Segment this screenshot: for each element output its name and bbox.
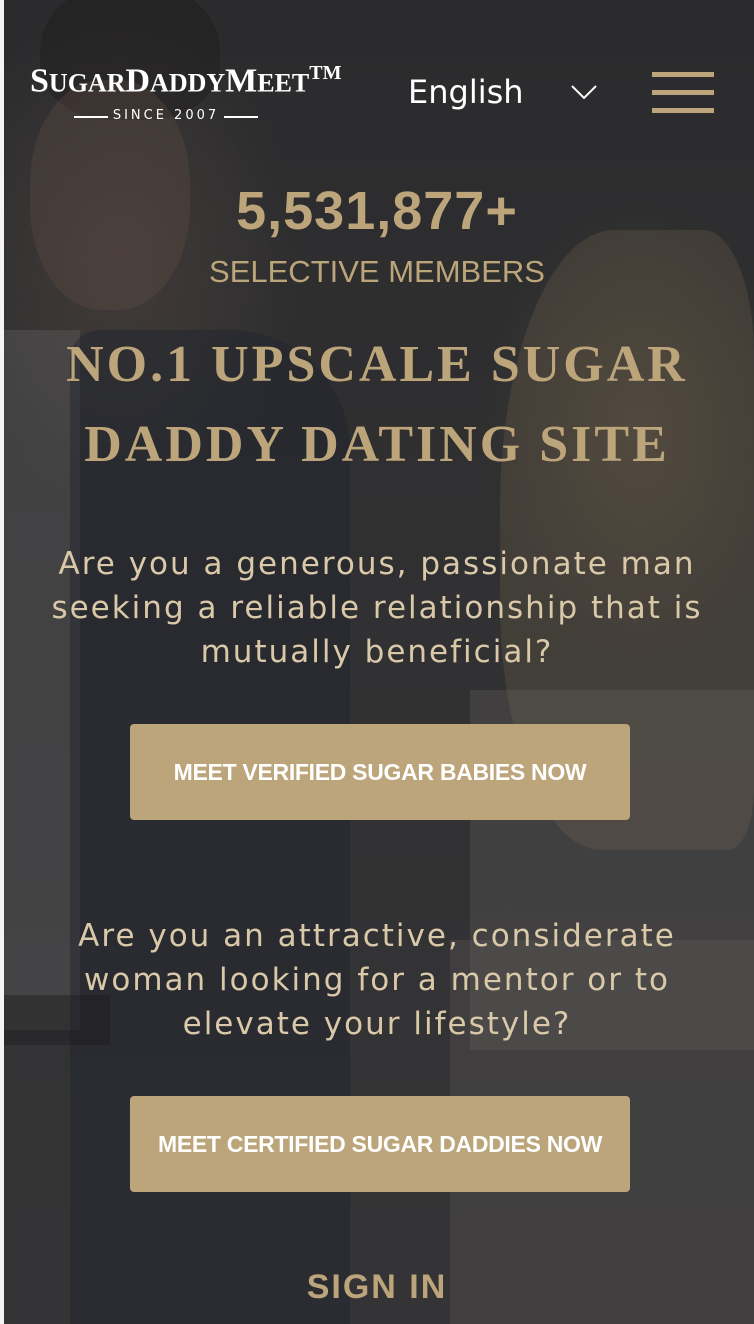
logo-wordmark: SUGARDADDYMEETTM: [30, 62, 342, 100]
chevron-down-icon: [571, 85, 597, 100]
member-count: 5,531,877+: [236, 181, 518, 241]
page-headline: NO.1 UPSCALE SUGAR DADDY DATING SITE: [20, 325, 734, 485]
site-logo[interactable]: SUGARDADDYMEETTM SINCE 2007: [30, 62, 350, 123]
women-question: Are you an attractive, considerate woman…: [78, 918, 676, 1042]
meet-sugar-daddies-button[interactable]: MEET CERTIFIED SUGAR DADDIES NOW: [130, 1096, 630, 1192]
sign-in-link[interactable]: SIGN IN: [0, 1268, 754, 1307]
headline-line-2: DADDY DATING SITE: [84, 416, 670, 473]
men-question: Are you a generous, passionate man seeki…: [51, 546, 703, 670]
meet-sugar-babies-button[interactable]: MEET VERIFIED SUGAR BABIES NOW: [130, 724, 630, 820]
logo-since: SINCE 2007: [72, 108, 260, 123]
language-selector[interactable]: English: [408, 70, 598, 114]
site-header: SUGARDADDYMEETTM SINCE 2007 English: [0, 0, 754, 140]
language-label: English: [408, 73, 524, 111]
hamburger-menu-icon[interactable]: [652, 70, 714, 114]
member-label: SELECTIVE MEMBERS: [209, 254, 545, 289]
headline-line-1: NO.1 UPSCALE SUGAR: [66, 336, 688, 393]
